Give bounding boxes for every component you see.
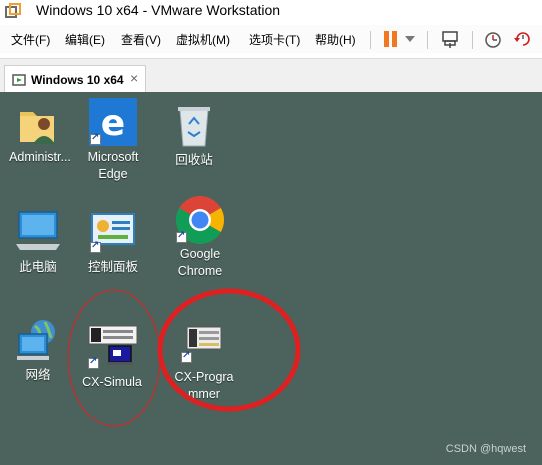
toolbar-separator (472, 31, 473, 49)
snapshot-icon[interactable] (483, 29, 503, 49)
annotation-overlay (67, 288, 301, 427)
menu-edit[interactable]: 编辑(E) (65, 31, 105, 48)
menu-file[interactable]: 文件(F) (11, 31, 50, 48)
tab-strip: Windows 10 x64 × (0, 58, 542, 93)
toolbar-separator (427, 31, 428, 49)
close-icon[interactable]: × (130, 70, 138, 86)
menu-view[interactable]: 查看(V) (121, 31, 161, 48)
vmware-app-icon (5, 3, 21, 18)
revert-snapshot-icon[interactable] (513, 29, 533, 49)
tab-windows10[interactable]: Windows 10 x64 × (4, 65, 146, 93)
title-bar: Windows 10 x64 - VMware Workstation (0, 0, 542, 22)
menu-bar: 文件(F) 编辑(E) 查看(V) 虚拟机(M) 选项卡(T) 帮助(H) (0, 25, 542, 53)
menu-tabs[interactable]: 选项卡(T) (249, 31, 300, 48)
guest-desktop: Administr... e Microsoft Edge 回收站 此电脑 控制… (0, 92, 542, 465)
menu-help[interactable]: 帮助(H) (315, 31, 356, 48)
send-ctrl-alt-del-icon[interactable] (440, 29, 460, 49)
menu-vm[interactable]: 虚拟机(M) (176, 31, 230, 48)
window-title: Windows 10 x64 - VMware Workstation (36, 2, 281, 18)
pause-icon[interactable] (381, 29, 401, 49)
annotation-thick-ellipse (157, 288, 301, 412)
toolbar-separator (370, 31, 371, 49)
watermark: CSDN @hqwest (445, 443, 526, 455)
dropdown-arrow-icon[interactable] (404, 34, 416, 44)
vm-icon (12, 74, 26, 86)
annotation-thin-ellipse (67, 289, 161, 427)
tab-label: Windows 10 x64 (31, 73, 124, 87)
